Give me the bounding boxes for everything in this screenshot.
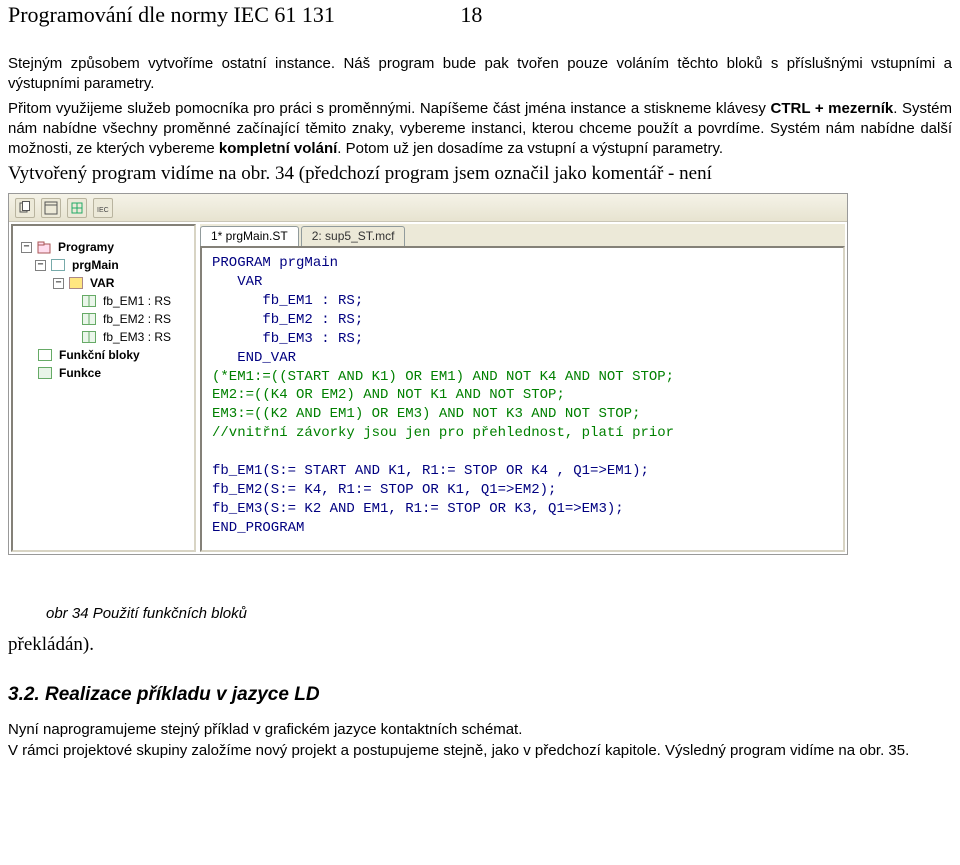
tree-fb-em1[interactable]: fb_EM1 : RS: [17, 292, 192, 310]
code-line: fb_EM3(S:= K2 AND EM1, R1:= STOP OR K3, …: [212, 501, 624, 517]
ide-screenshot: IEC − Programy − prgMai: [8, 193, 848, 555]
code-comment: (*EM1:=((START AND K1) OR EM1) AND NOT K…: [212, 369, 674, 385]
figure-caption: obr 34 Použití funkčních bloků: [46, 605, 952, 622]
field-icon: [81, 294, 97, 308]
header-title-text: Programování dle normy IEC 61 131: [8, 2, 335, 27]
page-number: 18: [460, 2, 482, 28]
code-line: fb_EM3 : RS;: [212, 331, 363, 347]
field-icon: [81, 312, 97, 326]
paragraph-2: Přitom využijeme služeb pomocníka pro pr…: [8, 99, 952, 160]
code-line: VAR: [212, 274, 262, 290]
code-line: PROGRAM prgMain: [212, 255, 338, 271]
tree-fblocks-label: Funkční bloky: [59, 348, 140, 362]
editor-tabs: 1* prgMain.ST 2: sup5_ST.mcf: [200, 224, 845, 246]
page-title: Programování dle normy IEC 61 131 18: [8, 2, 952, 28]
code-line: fb_EM2(S:= K4, R1:= STOP OR K1, Q1=>EM2)…: [212, 482, 556, 498]
tree-var-label: VAR: [90, 276, 114, 290]
tree-func-label: Funkce: [59, 366, 101, 380]
after-caption-text: překládán).: [8, 634, 952, 656]
code-line: END_PROGRAM: [212, 520, 304, 536]
tree-prgmain[interactable]: − prgMain: [17, 256, 192, 274]
tab-sup5[interactable]: 2: sup5_ST.mcf: [301, 226, 406, 246]
toolbar-struct-icon[interactable]: [67, 198, 87, 218]
field-icon: [81, 330, 97, 344]
option-bold: kompletní volání: [219, 140, 337, 157]
tree-func[interactable]: Funkce: [17, 364, 192, 382]
tree-prgmain-label: prgMain: [72, 258, 119, 272]
st-box-icon: [50, 258, 66, 272]
ide-toolbar: IEC: [9, 194, 847, 222]
tree-fb-em1-label: fb_EM1 : RS: [103, 294, 171, 308]
programs-icon: [36, 240, 52, 254]
tree-programs[interactable]: − Programy: [17, 238, 192, 256]
tab-prgmain[interactable]: 1* prgMain.ST: [200, 226, 299, 246]
toolbar-iec-icon[interactable]: IEC: [93, 198, 113, 218]
code-line: fb_EM2 : RS;: [212, 312, 363, 328]
code-editor[interactable]: PROGRAM prgMain VAR fb_EM1 : RS; fb_EM2 …: [200, 246, 845, 552]
final-paragraph: Nyní naprogramujeme stejný příklad v gra…: [8, 720, 952, 761]
paragraph-1: Stejným způsobem vytvoříme ostatní insta…: [8, 54, 952, 95]
expand-icon[interactable]: −: [21, 242, 32, 253]
para1-a: Stejným způsobem vytvoříme ostatní insta…: [8, 55, 952, 92]
code-line: fb_EM1 : RS;: [212, 293, 363, 309]
tree-fb-em3[interactable]: fb_EM3 : RS: [17, 328, 192, 346]
tree-fb-em2-label: fb_EM2 : RS: [103, 312, 171, 326]
project-tree[interactable]: − Programy − prgMain − VAR: [11, 224, 196, 552]
toolbar-window-icon[interactable]: [41, 198, 61, 218]
expand-icon[interactable]: −: [35, 260, 46, 271]
code-line: fb_EM1(S:= START AND K1, R1:= STOP OR K4…: [212, 463, 649, 479]
var-icon: [68, 276, 84, 290]
code-comment: //vnitřní závorky jsou jen pro přehledno…: [212, 425, 674, 441]
para1-b3: . Potom už jen dosadíme za vstupní a výs…: [337, 140, 723, 157]
final-para-2: V rámci projektové skupiny založíme nový…: [8, 742, 909, 759]
code-line: END_VAR: [212, 350, 296, 366]
tree-fb-em3-label: fb_EM3 : RS: [103, 330, 171, 344]
tree-programs-label: Programy: [58, 240, 114, 254]
ide-body: − Programy − prgMain − VAR: [9, 222, 847, 554]
section-heading: 3.2. Realizace příkladu v jazyce LD: [8, 684, 952, 706]
code-comment: EM3:=((K2 AND EM1) OR EM3) AND NOT K3 AN…: [212, 406, 640, 422]
fb-icon: [37, 348, 53, 362]
code-comment: EM2:=((K4 OR EM2) AND NOT K1 AND NOT STO…: [212, 387, 565, 403]
final-para-1: Nyní naprogramujeme stejný příklad v gra…: [8, 721, 522, 738]
shortcut-bold: CTRL + mezerník: [771, 100, 894, 117]
code-editor-panel: 1* prgMain.ST 2: sup5_ST.mcf PROGRAM prg…: [200, 224, 845, 552]
tree-fblocks[interactable]: Funkční bloky: [17, 346, 192, 364]
tree-var[interactable]: − VAR: [17, 274, 192, 292]
serif-line: Vytvořený program vidíme na obr. 34 (pře…: [8, 163, 952, 185]
toolbar-copy-icon[interactable]: [15, 198, 35, 218]
tree-fb-em2[interactable]: fb_EM2 : RS: [17, 310, 192, 328]
func-icon: [37, 366, 53, 380]
svg-text:IEC: IEC: [97, 207, 109, 214]
para1-b: Přitom využijeme služeb pomocníka pro pr…: [8, 100, 771, 117]
expand-icon[interactable]: −: [53, 278, 64, 289]
